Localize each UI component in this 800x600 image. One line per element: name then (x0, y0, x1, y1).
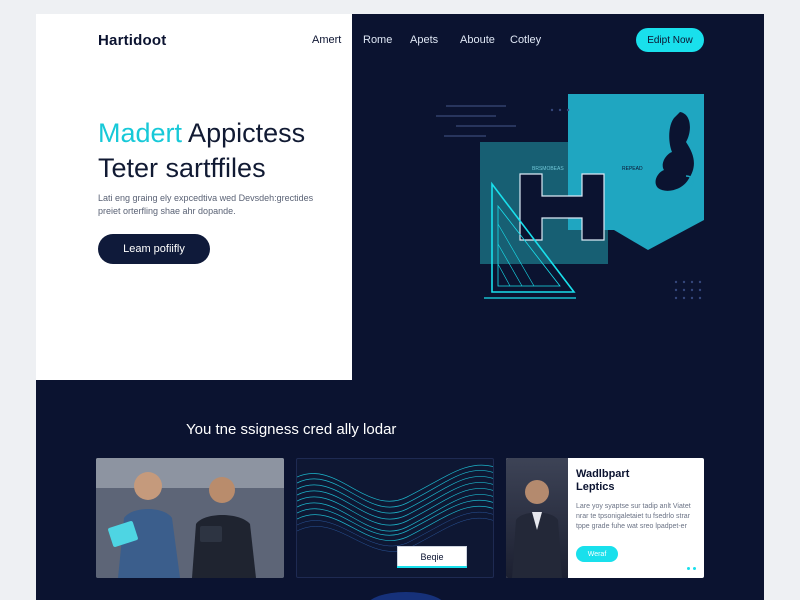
dot-icon[interactable] (687, 567, 690, 570)
bottom-glow-decoration (366, 592, 446, 600)
profile-title: Wadlbpart Leptics (576, 468, 630, 493)
nav-item-rome[interactable]: Rome (363, 34, 392, 46)
wave-card[interactable]: Beqie (296, 458, 494, 578)
dot-icon[interactable] (693, 567, 696, 570)
learn-more-button[interactable]: Leam pofiifly (98, 234, 210, 264)
subtext-line2: preiet orterfling shae ahr dopande. (98, 206, 236, 216)
panel-label-left: BRSMOBEAS (532, 166, 564, 172)
nav-item-aboute[interactable]: Aboute (460, 34, 495, 46)
team-photo (96, 458, 284, 578)
subtext-line1: Lati eng graing ely expcedtiva wed Devsd… (98, 193, 314, 203)
brand-logo[interactable]: Hartidoot (98, 32, 166, 49)
nav-item-amert[interactable]: Amert (312, 34, 341, 46)
panel-label-right: REPEAD (622, 166, 643, 172)
decorative-lines (436, 105, 516, 137)
profile-photo (506, 458, 568, 578)
headline-line2: Teter sartffiles (98, 153, 266, 183)
wave-card-button[interactable]: Beqie (397, 546, 467, 568)
hero-headline: Madert Appictess Teter sartffiles (98, 116, 305, 186)
profile-description: Lare yoy syaptse sur tadip anlt Viatet n… (576, 503, 691, 530)
header-cta-button[interactable]: Edipt Now (636, 28, 704, 52)
nav-item-cotley[interactable]: Cotley (510, 34, 541, 46)
top-dots (550, 108, 570, 112)
headline-accent: Madert (98, 118, 183, 148)
section-title: You tne ssigness cred ally lodar (186, 421, 397, 438)
page-frame: Hartidoot Amert Rome Apets Aboute Cotley… (36, 14, 764, 600)
profile-card[interactable]: Wadlbpart Leptics Lare yoy syaptse sur t… (506, 458, 704, 578)
profile-button[interactable]: Weraf (576, 546, 618, 562)
hero-illustration: BRSMOBEAS REPEAD (436, 94, 704, 300)
dot-grid (674, 280, 702, 300)
team-photo-card[interactable] (96, 458, 284, 578)
headline-rest: Appictess (182, 118, 306, 148)
hero-subtext: Lati eng graing ely expcedtiva wed Devsd… (98, 192, 318, 218)
carousel-dots[interactable] (687, 567, 696, 570)
wave-button-underline (397, 566, 467, 568)
nav-item-apets[interactable]: Apets (410, 34, 438, 46)
